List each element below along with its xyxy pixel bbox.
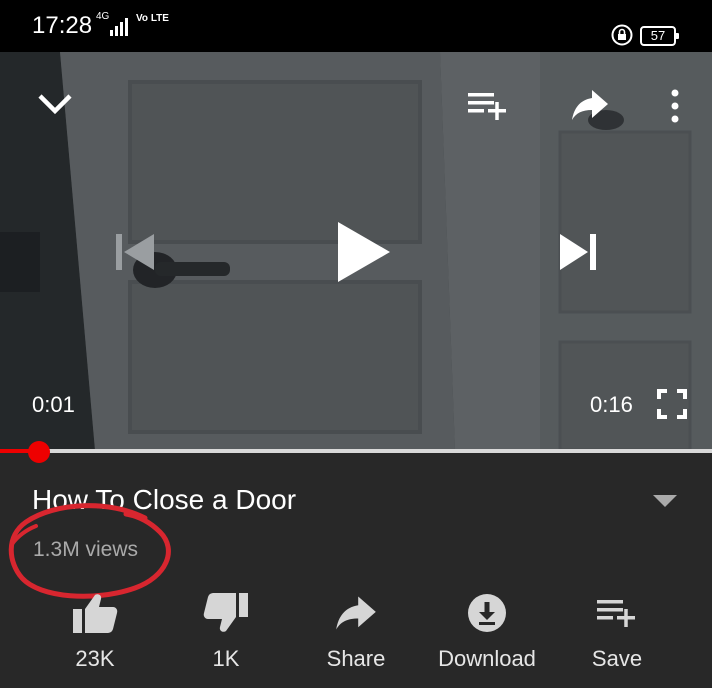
- progress-bar[interactable]: [0, 449, 712, 453]
- playlist-add-icon: [597, 600, 635, 627]
- fullscreen-icon[interactable]: [656, 388, 688, 420]
- share-icon[interactable]: [570, 88, 610, 122]
- signal-icon: [110, 18, 128, 36]
- volte-label: Vo LTE: [136, 13, 169, 24]
- save-label: Save: [591, 646, 643, 671]
- expand-description-icon[interactable]: [652, 493, 678, 509]
- share-icon: [336, 596, 376, 630]
- download-button[interactable]: Download: [422, 588, 552, 672]
- like-count: 23K: [75, 646, 115, 671]
- current-time: 0:01: [32, 392, 75, 417]
- network-type-label: 4G: [96, 11, 110, 22]
- battery-indicator: 57: [640, 26, 679, 46]
- play-icon[interactable]: [334, 220, 394, 284]
- download-icon: [468, 594, 506, 632]
- progress-scrubber[interactable]: [28, 441, 51, 463]
- download-label: Download: [438, 646, 536, 671]
- status-time: 17:28: [32, 12, 93, 39]
- share-button[interactable]: Share: [291, 588, 421, 672]
- next-icon[interactable]: [556, 232, 600, 272]
- previous-icon[interactable]: [114, 232, 158, 272]
- status-bar: 17:28 4G Vo LTE 57: [0, 0, 712, 52]
- duration: 0:16: [590, 392, 633, 417]
- dislike-button[interactable]: 1K: [161, 588, 291, 672]
- rotation-lock-icon: [611, 24, 633, 46]
- action-bar: 23K 1K Share Download Save: [0, 588, 712, 688]
- thumb-down-icon: [203, 593, 248, 632]
- save-button[interactable]: Save: [552, 588, 682, 672]
- more-options-icon[interactable]: [668, 88, 682, 124]
- chevron-down-icon[interactable]: [36, 90, 74, 118]
- share-label: Share: [326, 646, 386, 671]
- video-player[interactable]: 0:01 0:16: [0, 52, 712, 450]
- thumb-up-icon: [73, 594, 118, 633]
- add-to-queue-icon[interactable]: [466, 90, 510, 122]
- like-button[interactable]: 23K: [30, 588, 160, 672]
- dislike-count: 1K: [212, 646, 240, 671]
